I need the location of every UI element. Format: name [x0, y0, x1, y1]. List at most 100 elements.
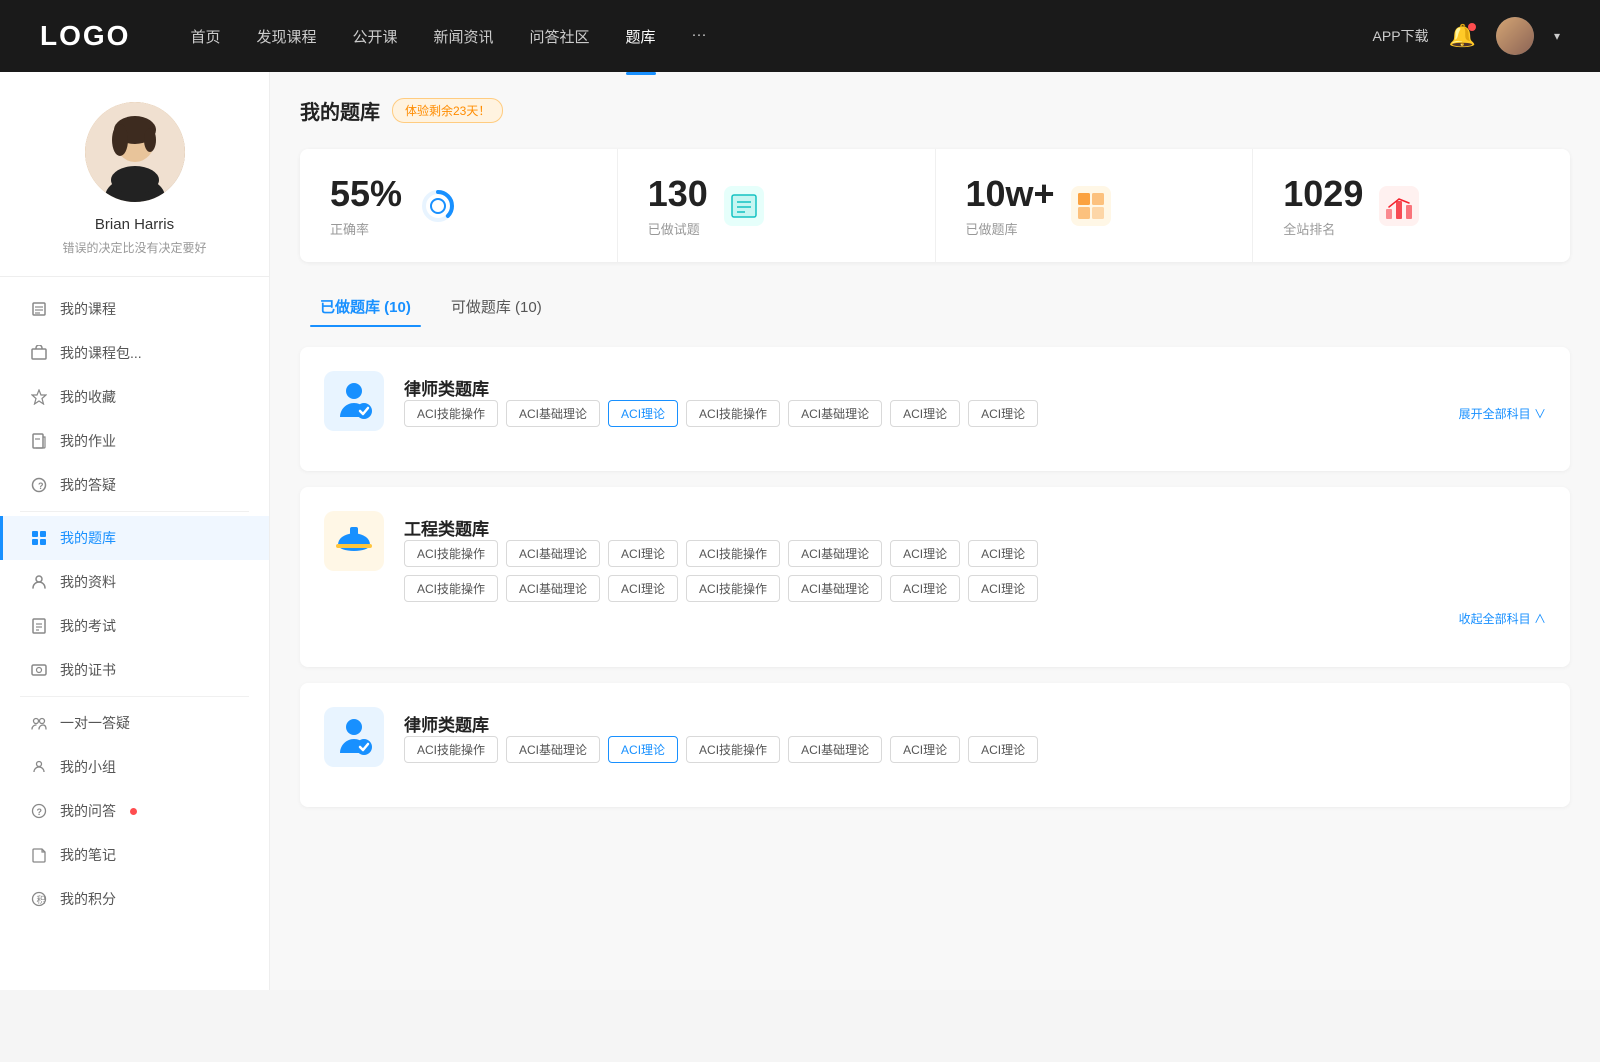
bank-card-2: 工程类题库 ACI技能操作 ACI基础理论 ACI理论 ACI技能操作 ACI基… — [300, 487, 1570, 667]
tag-item[interactable]: ACI理论 — [890, 540, 960, 567]
tag-item[interactable]: ACI基础理论 — [788, 400, 882, 427]
menu-homework[interactable]: 我的作业 — [0, 419, 269, 463]
tag-item[interactable]: ACI基础理论 — [506, 400, 600, 427]
tabs-row: 已做题库 (10) 可做题库 (10) — [300, 286, 1570, 327]
tag-item[interactable]: ACI基础理论 — [506, 575, 600, 602]
ranking-icon — [1379, 186, 1419, 226]
tag-item[interactable]: ACI技能操作 — [404, 400, 498, 427]
nav-news[interactable]: 新闻资讯 — [434, 22, 494, 51]
ranking-value: 1029 — [1283, 173, 1363, 215]
tag-item[interactable]: ACI技能操作 — [404, 540, 498, 567]
tag-item[interactable]: ACI基础理论 — [788, 575, 882, 602]
menu-label: 我的资料 — [60, 572, 116, 592]
stat-value-questions: 130 已做试题 — [648, 173, 708, 238]
banks-icon — [1071, 186, 1111, 226]
nav-bank[interactable]: 题库 — [626, 22, 656, 51]
profile-name: Brian Harris — [95, 216, 174, 233]
sidebar-menu: 我的课程 我的课程包... 我的收藏 我的作业 — [0, 277, 269, 931]
menu-label: 我的笔记 — [60, 845, 116, 865]
profile-avatar — [85, 102, 185, 202]
accuracy-icon — [418, 186, 458, 226]
user-dropdown-arrow[interactable]: ▾ — [1554, 29, 1560, 43]
menu-notes[interactable]: 我的笔记 — [0, 833, 269, 877]
profile-icon — [30, 573, 48, 591]
tag-item[interactable]: ACI基础理论 — [506, 736, 600, 763]
tag-item[interactable]: ACI技能操作 — [404, 736, 498, 763]
tag-item[interactable]: ACI基础理论 — [788, 540, 882, 567]
tag-item[interactable]: ACI理论 — [608, 575, 678, 602]
tab-done-label: 已做题库 (10) — [320, 299, 411, 316]
tags-group-2b: ACI技能操作 ACI基础理论 ACI理论 ACI技能操作 ACI基础理论 AC… — [404, 575, 1546, 602]
bell-button[interactable]: 🔔 — [1449, 23, 1476, 49]
tag-item-active[interactable]: ACI理论 — [608, 736, 678, 763]
tag-item[interactable]: ACI理论 — [890, 575, 960, 602]
menu-label: 我的作业 — [60, 431, 116, 451]
tab-done[interactable]: 已做题库 (10) — [300, 286, 431, 327]
main-layout: Brian Harris 错误的决定比没有决定要好 我的课程 我的课程包... — [0, 72, 1600, 990]
tab-todo[interactable]: 可做题库 (10) — [431, 286, 562, 327]
tag-item[interactable]: ACI理论 — [890, 400, 960, 427]
tags-area-3: 律师类题库 ACI技能操作 ACI基础理论 ACI理论 ACI技能操作 ACI基… — [404, 707, 1546, 763]
menu-my-qa[interactable]: ? 我的问答 — [0, 789, 269, 833]
tag-item[interactable]: ACI技能操作 — [686, 575, 780, 602]
menu-label: 我的小组 — [60, 757, 116, 777]
nav-more[interactable]: ··· — [692, 22, 707, 51]
nav-qa[interactable]: 问答社区 — [530, 22, 590, 51]
tags-area-2: 工程类题库 ACI技能操作 ACI基础理论 ACI理论 ACI技能操作 ACI基… — [404, 511, 1546, 627]
stat-banks: 10w+ 已做题库 — [936, 149, 1254, 262]
menu-exam[interactable]: 我的考试 — [0, 604, 269, 648]
tag-item[interactable]: ACI技能操作 — [686, 400, 780, 427]
notes-icon — [30, 846, 48, 864]
stats-row: 55% 正确率 130 已做试题 — [300, 149, 1570, 262]
nav-home[interactable]: 首页 — [190, 22, 220, 51]
collapse-link-2[interactable]: 收起全部科目 ∧ — [404, 610, 1546, 627]
menu-qa[interactable]: ? 我的答疑 — [0, 463, 269, 507]
tag-item[interactable]: ACI理论 — [968, 736, 1038, 763]
menu-bank[interactable]: 我的题库 — [0, 516, 269, 560]
bank-card-1: 律师类题库 ACI技能操作 ACI基础理论 ACI理论 ACI技能操作 ACI基… — [300, 347, 1570, 471]
group-icon — [30, 758, 48, 776]
banks-value: 10w+ — [966, 173, 1055, 215]
bank-name-1: 律师类题库 — [404, 371, 1546, 400]
tag-item[interactable]: ACI理论 — [890, 736, 960, 763]
questions-icon — [724, 186, 764, 226]
tag-item[interactable]: ACI理论 — [608, 540, 678, 567]
main-content: 我的题库 体验剩余23天！ 55% 正确率 — [270, 72, 1600, 990]
tag-item[interactable]: ACI技能操作 — [686, 540, 780, 567]
menu-certificate[interactable]: 我的证书 — [0, 648, 269, 692]
menu-course-package[interactable]: 我的课程包... — [0, 331, 269, 375]
tag-item[interactable]: ACI技能操作 — [686, 736, 780, 763]
trial-badge: 体验剩余23天！ — [392, 98, 503, 123]
nav-links: 首页 发现课程 公开课 新闻资讯 问答社区 题库 ··· — [190, 22, 1372, 51]
bank-card-1-header: 律师类题库 ACI技能操作 ACI基础理论 ACI理论 ACI技能操作 ACI基… — [324, 371, 1546, 431]
stat-accuracy: 55% 正确率 — [300, 149, 618, 262]
menu-profile[interactable]: 我的资料 — [0, 560, 269, 604]
notification-dot — [130, 808, 137, 815]
bank-icon-3 — [324, 707, 384, 767]
avatar[interactable] — [1496, 17, 1534, 55]
menu-divider2 — [20, 696, 249, 697]
ranking-label: 全站排名 — [1283, 219, 1363, 238]
nav-open[interactable]: 公开课 — [352, 22, 397, 51]
tag-item[interactable]: ACI理论 — [968, 540, 1038, 567]
tag-item[interactable]: ACI基础理论 — [506, 540, 600, 567]
tag-item-active[interactable]: ACI理论 — [608, 400, 678, 427]
menu-points[interactable]: 积 我的积分 — [0, 877, 269, 921]
profile-section: Brian Harris 错误的决定比没有决定要好 — [0, 72, 269, 277]
tag-item[interactable]: ACI理论 — [968, 575, 1038, 602]
tag-item[interactable]: ACI基础理论 — [788, 736, 882, 763]
bank-icon-2 — [324, 511, 384, 571]
page-title: 我的题库 — [300, 96, 380, 125]
qa-icon: ? — [30, 476, 48, 494]
menu-group[interactable]: 我的小组 — [0, 745, 269, 789]
nav-discover[interactable]: 发现课程 — [256, 22, 316, 51]
banks-label: 已做题库 — [966, 219, 1055, 238]
tags-row-1: ACI技能操作 ACI基础理论 ACI理论 ACI技能操作 ACI基础理论 AC… — [404, 400, 1546, 427]
expand-link-1[interactable]: 展开全部科目 ∨ — [1459, 405, 1546, 422]
tag-item[interactable]: ACI技能操作 — [404, 575, 498, 602]
tag-item[interactable]: ACI理论 — [968, 400, 1038, 427]
menu-one-on-one[interactable]: 一对一答疑 — [0, 701, 269, 745]
menu-my-course[interactable]: 我的课程 — [0, 287, 269, 331]
menu-favorites[interactable]: 我的收藏 — [0, 375, 269, 419]
app-download[interactable]: APP下载 — [1373, 26, 1429, 46]
